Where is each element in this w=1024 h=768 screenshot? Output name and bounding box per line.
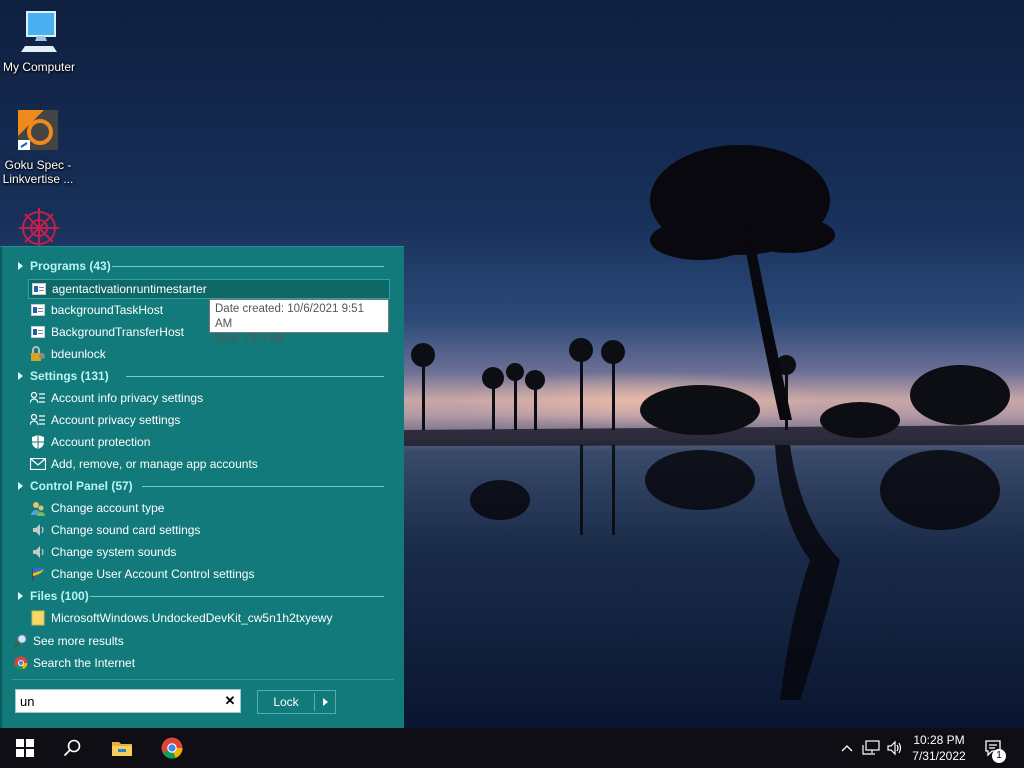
chevron-up-icon <box>841 745 853 752</box>
taskbar-clock[interactable]: 10:28 PM 7/31/2022 <box>906 732 972 764</box>
section-header-programs[interactable]: Programs (43) <box>14 256 386 276</box>
notification-count-badge: 1 <box>992 749 1006 763</box>
chrome-icon <box>14 656 28 670</box>
show-hidden-icons-button[interactable] <box>838 728 856 768</box>
person-list-icon <box>30 390 46 406</box>
file-info-tooltip: Date created: 10/6/2021 9:51 AM Size: 13… <box>209 299 389 345</box>
desktop-icon-label: My Computer <box>2 60 76 74</box>
result-item-account-protection[interactable]: Account protection <box>28 432 390 452</box>
speaker-icon <box>30 522 46 538</box>
clear-search-button[interactable]: ✕ <box>222 693 238 709</box>
section-header-settings[interactable]: Settings (131) <box>14 366 386 386</box>
result-item-change-uac-settings[interactable]: Change User Account Control settings <box>28 564 390 584</box>
key-lock-icon <box>30 346 46 362</box>
file-explorer-button[interactable] <box>100 728 144 768</box>
chrome-taskbar-button[interactable] <box>150 728 194 768</box>
envelope-icon <box>30 456 46 472</box>
shield-icon <box>30 434 46 450</box>
volume-tray-button[interactable] <box>884 728 906 768</box>
app-shortcut-icon <box>14 106 62 154</box>
result-item-agentactivationruntimestarter[interactable]: agentactivationruntimestarter <box>28 279 390 299</box>
expand-triangle-icon <box>18 262 23 270</box>
clock-date: 7/31/2022 <box>912 749 966 763</box>
menu-divider <box>12 679 394 680</box>
section-header-control-panel[interactable]: Control Panel (57) <box>14 476 386 496</box>
expand-triangle-icon <box>18 372 23 380</box>
network-tray-button[interactable] <box>860 728 882 768</box>
speaker-icon <box>30 544 46 560</box>
window-app-icon <box>30 302 46 318</box>
result-item-account-privacy[interactable]: Account privacy settings <box>28 410 390 430</box>
windows-start-icon <box>16 739 34 757</box>
section-divider <box>126 376 384 377</box>
window-app-icon <box>30 324 46 340</box>
taskbar-search-button[interactable] <box>50 728 94 768</box>
expand-triangle-icon <box>18 592 23 600</box>
desktop-icon-goku-spec[interactable]: Goku Spec - Linkvertise ... <box>0 106 76 186</box>
see-more-results-link[interactable]: See more results <box>14 631 124 651</box>
network-icon <box>862 740 880 755</box>
search-icon <box>63 739 81 757</box>
chevron-right-icon <box>322 698 328 706</box>
lock-button[interactable]: Lock <box>257 690 336 714</box>
result-item-manage-app-accounts[interactable]: Add, remove, or manage app accounts <box>28 454 390 474</box>
desktop-icon-label: Goku Spec - Linkvertise ... <box>2 158 74 186</box>
computer-icon <box>15 8 63 56</box>
section-divider <box>90 596 384 597</box>
volume-icon <box>887 740 902 756</box>
lock-options-arrow[interactable] <box>315 698 335 706</box>
desktop-icon-my-computer[interactable]: My Computer <box>1 8 77 74</box>
result-item-undockeddevkit[interactable]: MicrosoftWindows.UndockedDevKit_cw5n1h2t… <box>28 608 390 628</box>
magnifier-icon <box>14 634 28 648</box>
result-item-change-sound-card[interactable]: Change sound card settings <box>28 520 390 540</box>
start-button[interactable] <box>4 728 46 768</box>
chrome-icon <box>161 737 183 759</box>
uac-flag-icon <box>30 566 46 582</box>
window-app-icon <box>31 281 47 297</box>
person-list-icon <box>30 412 46 428</box>
users-icon <box>30 500 46 516</box>
taskbar: 1 <box>0 728 1024 768</box>
folder-icon <box>30 610 46 626</box>
file-explorer-icon <box>112 742 132 756</box>
section-divider <box>112 266 384 267</box>
search-input[interactable] <box>15 689 241 713</box>
section-header-files[interactable]: Files (100) <box>14 586 386 606</box>
result-item-change-system-sounds[interactable]: Change system sounds <box>28 542 390 562</box>
action-center-button[interactable]: 1 <box>980 728 1008 768</box>
result-item-bdeunlock[interactable]: bdeunlock <box>28 344 390 364</box>
result-item-change-account-type[interactable]: Change account type <box>28 498 390 518</box>
mandala-app-icon <box>15 204 63 252</box>
expand-triangle-icon <box>18 482 23 490</box>
result-item-account-info-privacy[interactable]: Account info privacy settings <box>28 388 390 408</box>
clock-time: 10:28 PM <box>913 733 965 747</box>
section-divider <box>142 486 384 487</box>
search-internet-link[interactable]: Search the Internet <box>14 653 135 673</box>
